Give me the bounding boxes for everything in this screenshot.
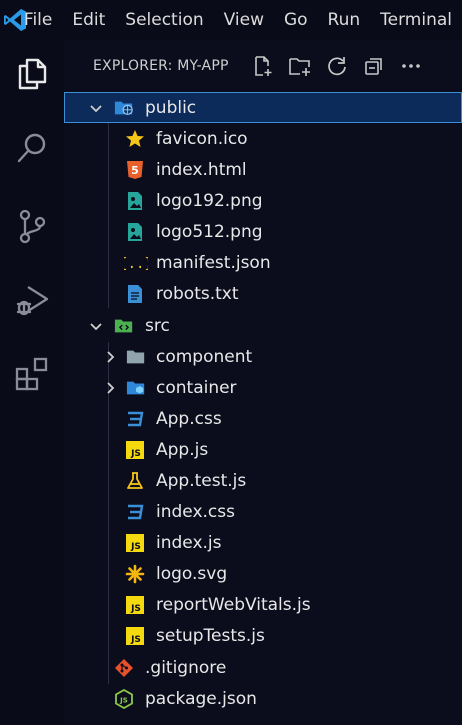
svg-text:JS: JS [130, 604, 141, 614]
tree-folder-container[interactable]: container [64, 372, 462, 403]
git-icon [114, 658, 134, 678]
explorer-sidebar: EXPLORER: MY-APP public favicon.ico 5 in… [64, 40, 462, 725]
tree-file-label: robots.txt [156, 283, 239, 304]
refresh-icon[interactable] [318, 52, 355, 80]
tree-file-label: App.js [156, 439, 209, 460]
tree-folder-public[interactable]: public [64, 92, 462, 123]
flask-test-icon [125, 471, 145, 491]
activity-bar [0, 40, 64, 725]
menu-terminal[interactable]: Terminal [370, 0, 462, 40]
tree-file-label: logo192.png [156, 190, 263, 211]
tree-folder-label: public [145, 97, 197, 118]
more-icon[interactable] [392, 52, 429, 80]
tree-file-label: index.css [156, 501, 235, 522]
tree-file-package-json[interactable]: JS package.json [64, 683, 462, 714]
text-file-icon [125, 284, 145, 304]
folder-src-icon [114, 316, 134, 336]
javascript-file-icon: JS [125, 440, 145, 460]
source-control-icon[interactable] [0, 198, 64, 254]
tree-file-label: manifest.json [156, 252, 271, 273]
menu-selection[interactable]: Selection [115, 0, 213, 40]
explorer-header: EXPLORER: MY-APP [64, 40, 462, 92]
menu-view[interactable]: View [214, 0, 274, 40]
tree-file-app-css[interactable]: App.css [64, 403, 462, 434]
tree-file-app-js[interactable]: JS App.js [64, 434, 462, 465]
svg-text:JS: JS [119, 696, 128, 704]
collapse-all-icon[interactable] [355, 52, 392, 80]
chevron-down-icon [88, 100, 104, 116]
explorer-title: EXPLORER: MY-APP [93, 58, 229, 74]
image-file-icon [125, 222, 145, 242]
tree-file-label: App.test.js [156, 470, 247, 491]
javascript-file-icon: JS [125, 595, 145, 615]
new-file-icon[interactable] [244, 52, 281, 80]
folder-public-icon [114, 98, 134, 118]
tree-file-label: setupTests.js [156, 625, 265, 646]
svg-file-icon [125, 564, 145, 584]
svg-text:JS: JS [130, 542, 141, 552]
css-file-icon [125, 409, 145, 429]
svg-text:JS: JS [130, 635, 141, 645]
tree-file-label: App.css [156, 408, 222, 429]
tree-folder-component[interactable]: component [64, 341, 462, 372]
chevron-right-icon [102, 349, 118, 365]
tree-file-app-test[interactable]: App.test.js [64, 465, 462, 496]
nodejs-icon: JS [114, 688, 134, 709]
svg-text:JS: JS [130, 449, 141, 459]
tree-file-logo-svg[interactable]: logo.svg [64, 558, 462, 589]
chevron-down-icon [88, 318, 104, 334]
image-file-icon [125, 191, 145, 211]
tree-file-index-js[interactable]: JS index.js [64, 527, 462, 558]
svg-text:{..}: {..} [124, 256, 148, 272]
json-file-icon: {..} [124, 253, 148, 273]
tree-file-favicon[interactable]: favicon.ico [64, 123, 462, 154]
tree-file-label: .gitignore [145, 657, 227, 678]
tree-file-setuptests[interactable]: JS setupTests.js [64, 620, 462, 651]
tree-file-gitignore[interactable]: .gitignore [64, 652, 462, 683]
menu-file[interactable]: File [24, 0, 62, 40]
extensions-icon[interactable] [0, 346, 64, 402]
tree-file-logo192[interactable]: logo192.png [64, 185, 462, 216]
tree-file-label: logo.svg [156, 563, 228, 584]
new-folder-icon[interactable] [281, 52, 318, 80]
explorer-actions [244, 52, 429, 80]
javascript-file-icon: JS [125, 626, 145, 646]
tree-file-logo512[interactable]: logo512.png [64, 216, 462, 247]
tree-file-label: logo512.png [156, 221, 263, 242]
menu-run[interactable]: Run [318, 0, 371, 40]
chevron-right-icon [102, 380, 118, 396]
html-file-icon: 5 [125, 160, 145, 180]
tree-folder-label: src [145, 315, 170, 336]
tree-file-reportwebvitals[interactable]: JS reportWebVitals.js [64, 589, 462, 620]
menu-bar: File Edit Selection View Go Run Terminal [24, 0, 462, 40]
tree-folder-src[interactable]: src [64, 310, 462, 341]
menu-go[interactable]: Go [274, 0, 318, 40]
tree-file-label: index.html [156, 159, 247, 180]
tree-file-label: reportWebVitals.js [156, 594, 311, 615]
search-icon[interactable] [0, 120, 64, 176]
javascript-file-icon: JS [125, 533, 145, 553]
tree-folder-label: container [156, 377, 237, 398]
folder-icon [126, 347, 146, 367]
svg-text:5: 5 [131, 164, 139, 177]
tree-file-manifest[interactable]: {..} manifest.json [64, 247, 462, 278]
tree-file-index-css[interactable]: index.css [64, 496, 462, 527]
menu-edit[interactable]: Edit [62, 0, 115, 40]
css-file-icon [125, 502, 145, 522]
tree-file-robots[interactable]: robots.txt [64, 278, 462, 309]
title-bar: File Edit Selection View Go Run Terminal [0, 0, 462, 40]
star-icon [125, 129, 145, 149]
tree-file-label: package.json [145, 688, 257, 709]
tree-file-index-html[interactable]: 5 index.html [64, 154, 462, 185]
files-icon[interactable] [0, 46, 64, 102]
tree-file-label: favicon.ico [156, 128, 248, 149]
run-debug-icon[interactable] [0, 272, 64, 328]
tree-folder-label: component [156, 346, 253, 367]
tree-file-label: index.js [156, 532, 222, 553]
folder-container-icon [126, 378, 146, 398]
